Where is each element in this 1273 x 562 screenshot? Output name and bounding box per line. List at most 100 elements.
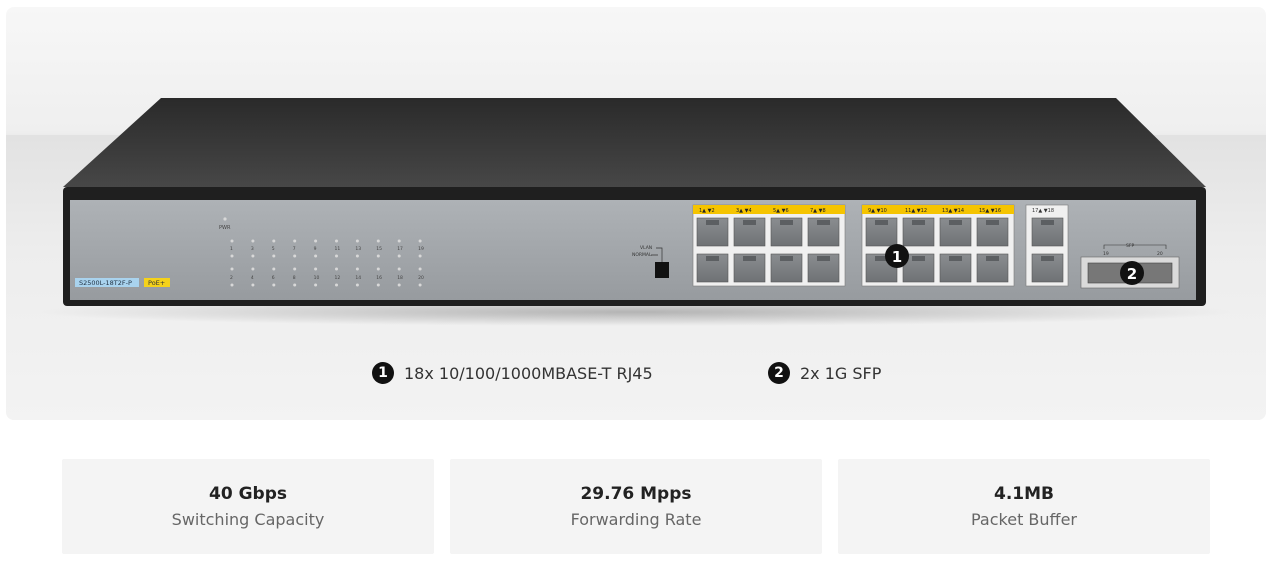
rj45-port-12-latch [912, 256, 925, 261]
port-label-6: 13▲ ▼14 [942, 208, 964, 214]
led-label-14: 14 [355, 275, 361, 281]
legend-text-sfp: 2x 1G SFP [800, 363, 882, 383]
rj45-port-1-latch [706, 220, 719, 225]
pwr-led [223, 217, 227, 221]
led-13-status [355, 254, 359, 258]
led-9-status [314, 254, 318, 258]
sfp-number-19: 19 [1103, 251, 1109, 257]
led-label-9: 9 [314, 246, 317, 252]
spec-card-forwarding-rate: 29.76 Mpps Forwarding Rate [450, 459, 822, 554]
rj45-port-5-latch [780, 220, 793, 225]
port-label-7: 15▲ ▼16 [979, 208, 1001, 214]
spec-label: Switching Capacity [171, 510, 325, 529]
led-6-status [272, 283, 276, 287]
rj45-port-17-latch [1041, 220, 1054, 225]
led-label-5: 5 [272, 246, 275, 252]
rj45-port-4-latch [743, 256, 756, 261]
legend-badge-1: 1 [372, 362, 394, 384]
led-20 [418, 267, 422, 271]
led-4 [251, 267, 255, 271]
rj45-port-2-latch [706, 256, 719, 261]
callout-2-number: 2 [1127, 265, 1137, 283]
rj45-port-15-latch [986, 220, 999, 225]
led-18 [397, 267, 401, 271]
model-label: S2500L-18T2F-P [79, 279, 132, 287]
led-4-status [251, 283, 255, 287]
led-16-status [376, 283, 380, 287]
vlan-label: VLAN [640, 245, 652, 251]
poe-label: PoE+ [148, 279, 165, 287]
led-18-status [397, 283, 401, 287]
spec-card-switching-capacity: 40 Gbps Switching Capacity [62, 459, 434, 554]
led-17 [397, 239, 401, 243]
product-hero: S2500L-18T2F-P PoE+ PWR 1 3 5 7 9 11 13 15 17 19 … [6, 7, 1266, 420]
led-7 [293, 239, 297, 243]
led-3 [251, 239, 255, 243]
rj45-port-16-latch [986, 256, 999, 261]
rj45-port-3-latch [743, 220, 756, 225]
led-label-12: 12 [335, 275, 341, 281]
led-3-status [251, 254, 255, 258]
led-19-status [418, 254, 422, 258]
rj45-port-7-latch [817, 220, 830, 225]
legend-item-sfp: 2 2x 1G SFP [768, 359, 881, 387]
led-7-status [293, 254, 297, 258]
chassis-top [63, 98, 1206, 187]
led-9 [314, 239, 318, 243]
led-label-20: 20 [418, 275, 424, 281]
led-6 [272, 267, 276, 271]
led-8-status [293, 283, 297, 287]
legend-badge-2: 2 [768, 362, 790, 384]
rj45-port-11-latch [912, 220, 925, 225]
led-label-13: 13 [355, 246, 361, 252]
led-10 [314, 267, 318, 271]
callout-1-number: 1 [892, 248, 902, 266]
led-label-7: 7 [293, 246, 296, 252]
led-5-status [272, 254, 276, 258]
led-label-18: 18 [397, 275, 403, 281]
led-8 [293, 267, 297, 271]
led-12 [335, 267, 338, 271]
port-label-1: 3▲ ▼4 [736, 208, 752, 214]
led-label-19: 19 [418, 246, 424, 252]
spec-label: Forwarding Rate [570, 510, 702, 529]
port-label-2: 5▲ ▼6 [773, 208, 789, 214]
led-19 [418, 239, 422, 243]
spec-card-packet-buffer: 4.1MB Packet Buffer [838, 459, 1210, 554]
led-17-status [397, 254, 401, 258]
port-label-4: 9▲ ▼10 [868, 208, 887, 214]
legend-item-rj45: 1 18x 10/100/1000MBASE-T RJ45 [372, 359, 653, 387]
led-5 [272, 239, 276, 243]
led-16 [376, 267, 380, 271]
pwr-label: PWR [219, 225, 231, 231]
led-label-15: 15 [376, 246, 382, 252]
rj45-port-6-latch [780, 256, 793, 261]
led-1-status [230, 254, 234, 258]
led-label-16: 16 [376, 275, 382, 281]
led-label-10: 10 [314, 275, 320, 281]
led-label-8: 8 [293, 275, 296, 281]
led-14 [355, 267, 359, 271]
rj45-port-13-latch [949, 220, 962, 225]
led-label-3: 3 [251, 246, 254, 252]
spec-value: 40 Gbps [209, 484, 287, 504]
led-label-1: 1 [230, 246, 233, 252]
rj45-port-14-latch [949, 256, 962, 261]
legend-text-rj45: 18x 10/100/1000MBASE-T RJ45 [404, 363, 653, 383]
led-20-status [418, 283, 422, 287]
spec-label: Packet Buffer [971, 510, 1077, 529]
led-14-status [355, 283, 359, 287]
led-15 [376, 239, 380, 243]
sfp-number-20: 20 [1157, 251, 1163, 257]
rj45-port-9-latch [875, 220, 888, 225]
spec-value: 4.1MB [994, 484, 1054, 504]
vlan-toggle[interactable] [655, 262, 669, 278]
normal-label: NORMAL [632, 252, 652, 258]
sfp-label: SFP [1126, 243, 1134, 249]
port-group-3-label: 17▲ ▼18 [1032, 208, 1054, 214]
port-label-5: 11▲ ▼12 [905, 208, 927, 214]
led-label-17: 17 [397, 246, 403, 252]
led-label-2: 2 [230, 275, 233, 281]
led-label-11: 11 [335, 246, 341, 252]
led-11 [335, 239, 338, 243]
